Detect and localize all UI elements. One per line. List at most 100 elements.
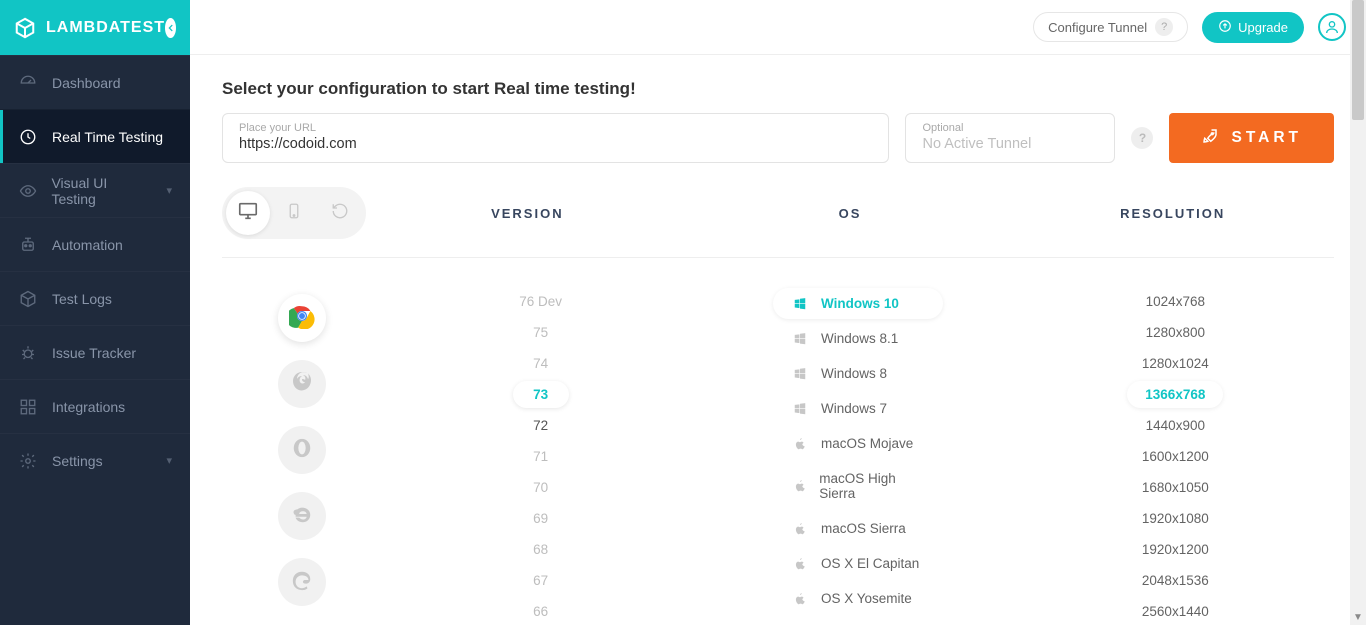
apple-icon <box>793 437 809 451</box>
scroll-down-icon[interactable]: ▼ <box>1350 609 1366 625</box>
tunnel-help-icon[interactable]: ? <box>1131 127 1153 149</box>
apple-icon <box>793 479 807 493</box>
os-label: macOS Mojave <box>821 436 913 451</box>
configure-tunnel-label: Configure Tunnel <box>1048 20 1147 35</box>
os-option[interactable]: macOS High Sierra <box>773 463 943 509</box>
sidebar-item-automation[interactable]: Automation <box>0 217 190 271</box>
options-section: 76 Dev7574737271706968676665 Windows 10W… <box>222 258 1334 625</box>
sidebar-item-label: Test Logs <box>52 291 112 307</box>
resolution-option[interactable]: 1280x800 <box>1128 319 1223 346</box>
url-label: Place your URL <box>239 122 872 134</box>
os-option[interactable]: Windows 8 <box>773 358 943 389</box>
os-label: Windows 8 <box>821 366 887 381</box>
refresh-icon <box>331 202 349 225</box>
windows-icon <box>793 332 809 346</box>
resolution-option[interactable]: 1920x1200 <box>1124 536 1227 563</box>
browser-firefox-button[interactable] <box>278 360 326 408</box>
version-option[interactable]: 73 <box>513 381 569 408</box>
form-row: Place your URL Optional No Active Tunnel… <box>222 113 1334 163</box>
version-option[interactable]: 76 Dev <box>501 288 580 315</box>
version-option[interactable]: 69 <box>513 505 569 532</box>
url-input[interactable] <box>239 136 872 152</box>
os-option[interactable]: Windows 10 <box>773 288 943 319</box>
scroll-thumb[interactable] <box>1352 0 1364 120</box>
url-field[interactable]: Place your URL <box>222 113 889 163</box>
resolution-option[interactable]: 2048x1536 <box>1124 567 1227 594</box>
version-option[interactable]: 74 <box>513 350 569 377</box>
start-label: START <box>1231 129 1302 147</box>
version-option[interactable]: 72 <box>513 412 569 439</box>
resolution-option[interactable]: 1680x1050 <box>1124 474 1227 501</box>
windows-icon <box>793 367 809 381</box>
device-desktop-button[interactable] <box>226 191 270 235</box>
desktop-icon <box>237 200 259 227</box>
device-refresh-button[interactable] <box>318 191 362 235</box>
account-button[interactable] <box>1318 13 1346 41</box>
version-option[interactable]: 68 <box>513 536 569 563</box>
os-label: Windows 7 <box>821 401 887 416</box>
browser-opera-button[interactable] <box>278 426 326 474</box>
resolution-option[interactable]: 2560x1440 <box>1124 598 1227 625</box>
resolution-option[interactable]: 1920x1080 <box>1124 505 1227 532</box>
sidebar-item-real-time-testing[interactable]: Real Time Testing <box>0 109 190 163</box>
os-label: Windows 8.1 <box>821 331 898 346</box>
os-option[interactable]: macOS Sierra <box>773 513 943 544</box>
sidebar-item-dashboard[interactable]: Dashboard <box>0 55 190 109</box>
os-column: Windows 10 Windows 8.1 Windows 8 Windows 7 m… <box>699 288 1016 625</box>
version-option[interactable]: 66 <box>513 598 569 625</box>
help-icon: ? <box>1155 18 1173 36</box>
chrome-icon <box>289 303 315 334</box>
device-mobile-button[interactable] <box>272 191 316 235</box>
robot-icon <box>18 235 38 255</box>
browser-column <box>222 288 382 625</box>
mode-row: VERSION OS RESOLUTION <box>222 187 1334 258</box>
os-option[interactable]: macOS Mojave <box>773 428 943 459</box>
resolution-option[interactable]: 1280x1024 <box>1124 350 1227 377</box>
resolution-option[interactable]: 1366x768 <box>1127 381 1223 408</box>
resolution-option[interactable]: 1024x768 <box>1128 288 1223 315</box>
browser-edge-button[interactable] <box>278 558 326 606</box>
version-option[interactable]: 67 <box>513 567 569 594</box>
cube-icon <box>18 289 38 309</box>
sidebar-item-visual-ui-testing[interactable]: Visual UI Testing▾ <box>0 163 190 217</box>
apple-icon <box>793 522 809 536</box>
sidebar-item-issue-tracker[interactable]: Issue Tracker <box>0 325 190 379</box>
eye-icon <box>18 181 37 201</box>
version-option[interactable]: 75 <box>513 319 569 346</box>
sidebar-item-label: Visual UI Testing <box>51 175 152 207</box>
os-option[interactable]: Windows 7 <box>773 393 943 424</box>
brand[interactable]: LAMBDATEST <box>0 0 190 55</box>
sidebar-item-label: Dashboard <box>52 75 121 91</box>
config-section: Select your configuration to start Real … <box>222 55 1334 258</box>
sidebar-item-label: Integrations <box>52 399 125 415</box>
os-option[interactable]: OS X El Capitan <box>773 548 943 579</box>
start-button[interactable]: START <box>1169 113 1334 163</box>
resolution-option[interactable]: 1440x900 <box>1128 412 1223 439</box>
sidebar-item-settings[interactable]: Settings▾ <box>0 433 190 487</box>
os-label: OS X Yosemite <box>821 591 912 606</box>
os-option[interactable]: OS X Yosemite <box>773 583 943 614</box>
col-header-version: VERSION <box>366 206 689 221</box>
tunnel-field[interactable]: Optional No Active Tunnel <box>905 113 1115 163</box>
os-option[interactable]: Windows 8.1 <box>773 323 943 354</box>
version-option[interactable]: 71 <box>513 443 569 470</box>
upgrade-label: Upgrade <box>1238 20 1288 35</box>
resolution-column: 1024x768 1280x800 1280x1024 1366x768 1440x90… <box>1017 288 1334 625</box>
browser-ie-button[interactable] <box>278 492 326 540</box>
page-scrollbar[interactable]: ▲ ▼ <box>1350 0 1366 625</box>
configure-tunnel-button[interactable]: Configure Tunnel ? <box>1033 12 1188 42</box>
os-label: macOS Sierra <box>821 521 906 536</box>
sidebar-item-integrations[interactable]: Integrations <box>0 379 190 433</box>
browser-chrome-button[interactable] <box>278 294 326 342</box>
mobile-icon <box>285 202 303 225</box>
sidebar-collapse-button[interactable] <box>165 18 176 38</box>
column-headers: VERSION OS RESOLUTION <box>366 206 1334 221</box>
version-option[interactable]: 70 <box>513 474 569 501</box>
resolution-option[interactable]: 1600x1200 <box>1124 443 1227 470</box>
sidebar-item-label: Settings <box>52 453 103 469</box>
grid-icon <box>18 397 38 417</box>
ie-icon <box>291 503 313 530</box>
sidebar-item-label: Issue Tracker <box>52 345 136 361</box>
upgrade-button[interactable]: Upgrade <box>1202 12 1304 43</box>
sidebar-item-test-logs[interactable]: Test Logs <box>0 271 190 325</box>
